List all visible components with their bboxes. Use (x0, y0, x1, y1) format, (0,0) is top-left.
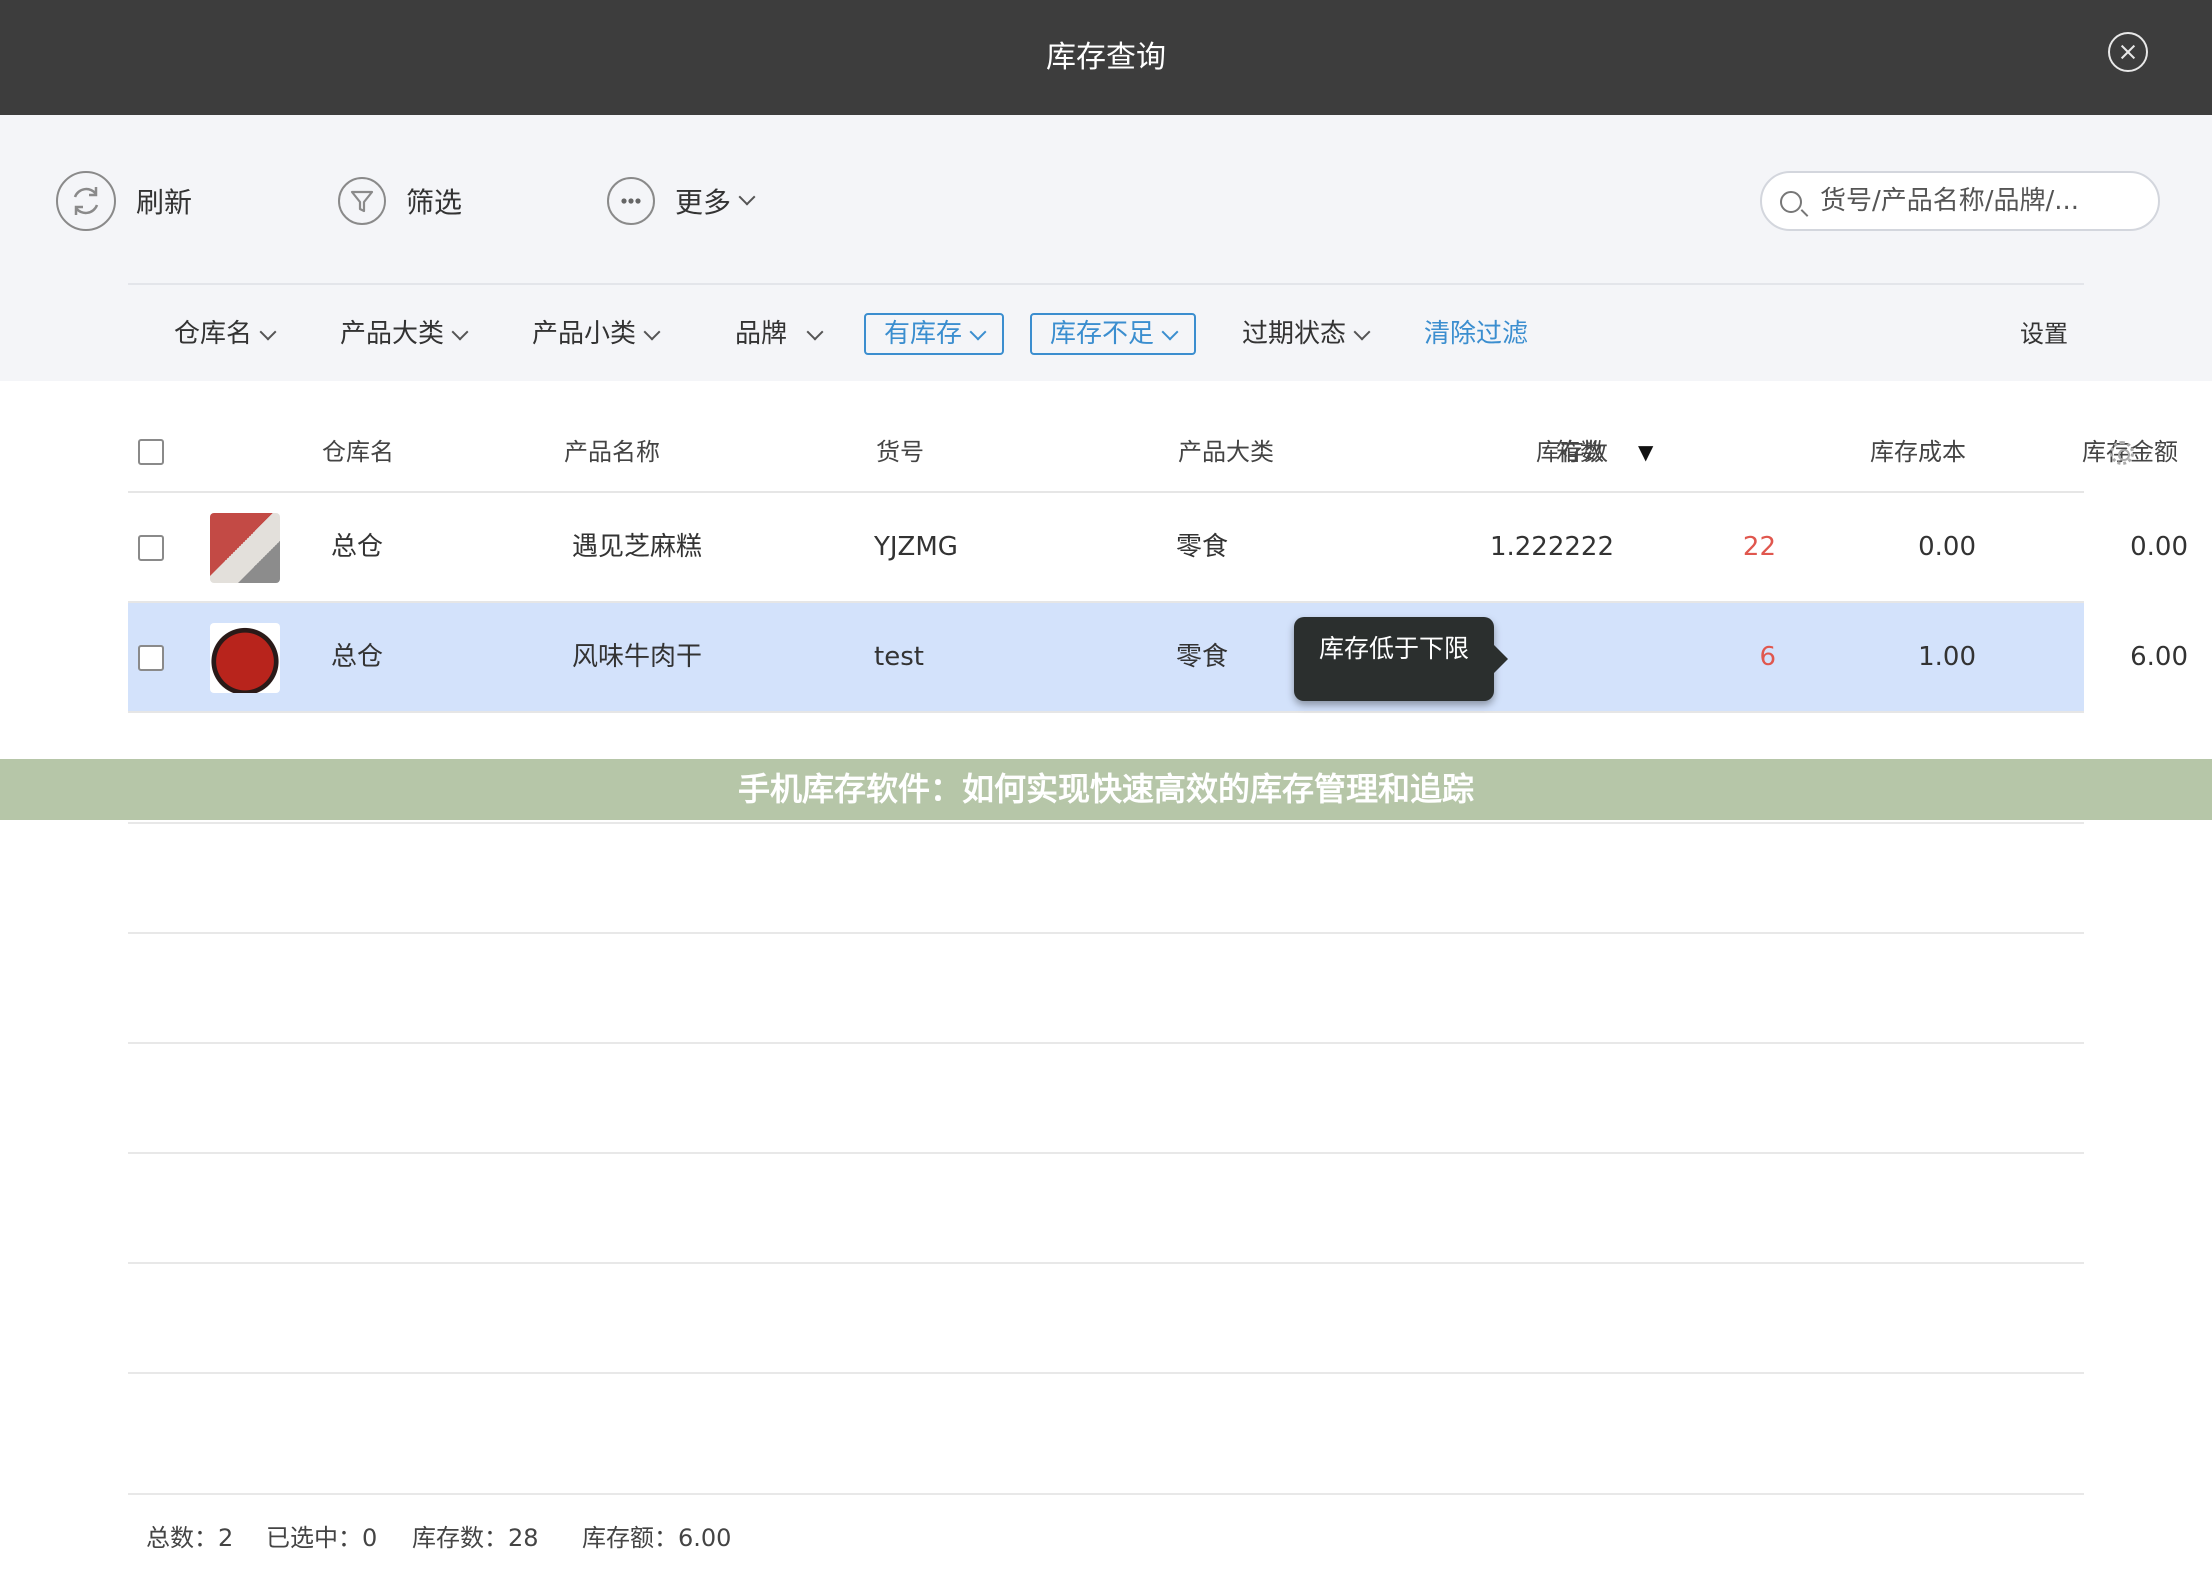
table-header: 仓库名 产品名称 货号 产品大类 箱数 库存数 ▼ 库存成本 库存金额 (128, 411, 2178, 493)
filter-category-label: 产品大类 (340, 319, 445, 349)
row-checkbox[interactable] (138, 645, 164, 671)
col-cost[interactable]: 库存成本 (1688, 411, 1966, 493)
chevron-down-icon (969, 323, 987, 341)
row-divider (128, 1372, 2084, 1374)
filter-low-stock[interactable]: 库存不足 (1030, 313, 1197, 355)
cell-warehouse: 总仓 (331, 532, 384, 562)
chevron-down-icon (259, 323, 277, 341)
row-checkbox[interactable] (138, 535, 164, 561)
footer-divider (128, 1493, 2084, 1495)
refresh-label: 刷新 (136, 186, 193, 219)
filter-settings-link[interactable]: 设置 (2020, 313, 2068, 355)
col-amount[interactable]: 库存金额 (1928, 411, 2178, 493)
product-thumbnail (210, 513, 280, 583)
filter-in-stock-label: 有库存 (884, 319, 963, 349)
sort-desc-icon[interactable]: ▼ (1638, 411, 1653, 493)
toolbar: 刷新 筛选 更多 仓库名 产品大类 产品小类 品牌 有库存 库存不足 过期状态 … (0, 115, 2212, 381)
search-box[interactable] (1760, 171, 2160, 231)
filter-subcategory-label: 产品小类 (532, 319, 637, 349)
col-sku[interactable]: 货号 (876, 411, 924, 493)
row-divider (128, 932, 2084, 934)
row-divider (128, 1042, 2084, 1044)
chevron-down-icon (1353, 323, 1371, 341)
cell-warehouse: 总仓 (331, 642, 384, 672)
more-icon (607, 177, 655, 225)
refresh-button[interactable]: 刷新 (56, 171, 192, 231)
filter-warehouse[interactable]: 仓库名 (174, 313, 277, 355)
title-bar: 库存查询 (0, 0, 2212, 115)
summary-selected: 已选中：0 (266, 1524, 378, 1552)
summary-amount: 库存额：6.00 (582, 1524, 732, 1552)
more-button[interactable]: 更多 (607, 171, 756, 231)
filter-in-stock[interactable]: 有库存 (864, 313, 1005, 355)
select-all-checkbox[interactable] (138, 439, 164, 465)
search-icon (1780, 191, 1802, 213)
cell-product-name: 遇见芝麻糕 (572, 532, 703, 562)
cell-sku: test (874, 642, 924, 672)
filter-label: 筛选 (406, 186, 463, 219)
low-stock-tooltip: 库存低于下限 (1294, 617, 1508, 701)
col-category[interactable]: 产品大类 (1178, 411, 1274, 493)
filter-expiry-label: 过期状态 (1242, 319, 1347, 349)
search-input[interactable] (1820, 181, 2140, 221)
cell-category: 零食 (1176, 642, 1229, 672)
filter-low-stock-label: 库存不足 (1050, 319, 1155, 349)
clear-filters-link[interactable]: 清除过滤 (1424, 313, 1528, 355)
close-icon[interactable] (2108, 32, 2148, 72)
cell-amount: 0.00 (2130, 532, 2188, 562)
col-product-name[interactable]: 产品名称 (564, 411, 660, 493)
col-stock[interactable]: 库存数 (1536, 411, 1608, 493)
summary-total: 总数：2 (146, 1524, 234, 1552)
chevron-down-icon (806, 323, 824, 341)
chevron-down-icon (451, 323, 469, 341)
cell-sku: YJZMG (874, 532, 958, 562)
cell-category: 零食 (1176, 532, 1229, 562)
table-row[interactable]: 总仓 遇见芝麻糕 YJZMG 零食 1.222222 22 0.00 0.00 (128, 493, 2188, 603)
cell-amount: 6.00 (2130, 642, 2188, 672)
row-divider (128, 822, 2084, 824)
filter-icon (338, 177, 386, 225)
row-divider (128, 1152, 2084, 1154)
toolbar-divider (128, 283, 2084, 285)
filter-warehouse-label: 仓库名 (174, 319, 253, 349)
filter-category[interactable]: 产品大类 (340, 313, 469, 355)
col-warehouse[interactable]: 仓库名 (322, 411, 394, 493)
summary-stock: 库存数：28 (412, 1524, 539, 1552)
filter-subcategory[interactable]: 产品小类 (532, 313, 661, 355)
filter-brand-label: 品牌 (735, 319, 788, 349)
filter-expiry[interactable]: 过期状态 (1242, 313, 1371, 355)
more-label: 更多 (675, 186, 732, 219)
product-thumbnail (210, 623, 280, 693)
chevron-down-icon (738, 188, 756, 206)
table-row[interactable]: 总仓 风味牛肉干 test 零食 6 1.00 6.00 (128, 603, 2188, 713)
row-divider (128, 1262, 2084, 1264)
chevron-down-icon (643, 323, 661, 341)
chevron-down-icon (1161, 323, 1179, 341)
gear-icon[interactable] (2110, 441, 2134, 465)
cell-product-name: 风味牛肉干 (572, 642, 703, 672)
caption-banner: 手机库存软件：如何实现快速高效的库存管理和追踪 (0, 759, 2212, 820)
filter-brand[interactable]: 品牌 (735, 313, 824, 355)
window-title: 库存查询 (1046, 40, 1166, 75)
refresh-icon (56, 171, 116, 231)
filter-button[interactable]: 筛选 (338, 171, 462, 231)
